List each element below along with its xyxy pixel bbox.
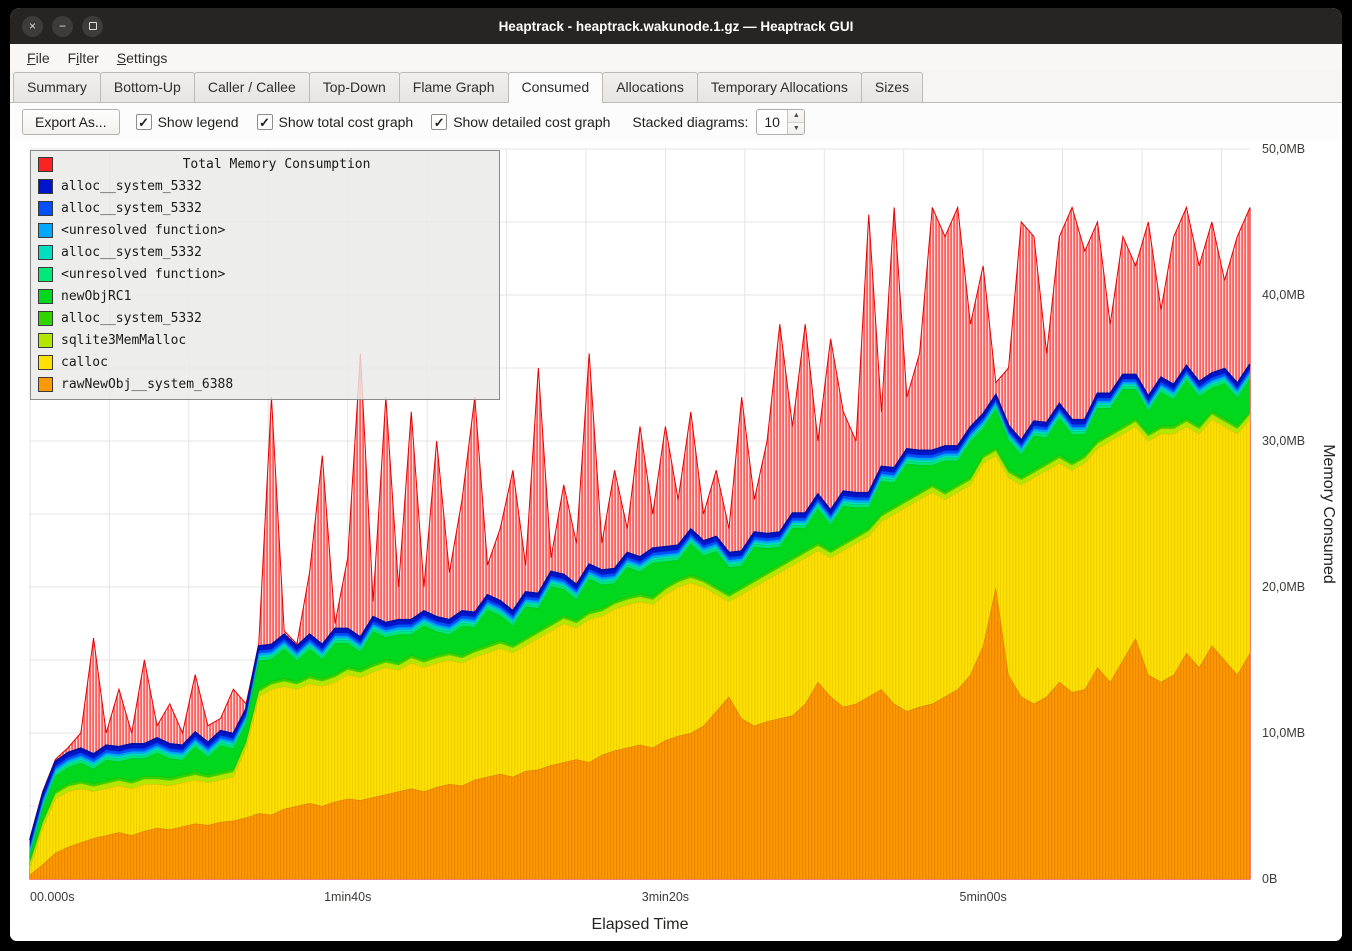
checkbox-label: Show total cost graph xyxy=(279,114,414,130)
heaptrack-window: × − Heaptrack - heaptrack.wakunode.1.gz … xyxy=(10,8,1342,941)
checkbox-box[interactable]: ✓ xyxy=(136,114,152,130)
menu-settings[interactable]: Settings xyxy=(108,47,177,69)
maximize-icon xyxy=(89,22,97,30)
window-controls: × − xyxy=(10,16,103,37)
close-icon: × xyxy=(29,20,36,32)
tab-caller-callee[interactable]: Caller / Callee xyxy=(194,72,310,102)
maximize-button[interactable] xyxy=(82,16,103,37)
checkbox-show-detailed-cost-graph[interactable]: ✓ Show detailed cost graph xyxy=(431,114,610,130)
checkbox-label: Show legend xyxy=(158,114,239,130)
spinbox-buttons: ▲ ▼ xyxy=(787,110,804,134)
checkbox-group: ✓ Show legend ✓ Show total cost graph ✓ Show … xyxy=(136,114,611,130)
legend-swatch-icon xyxy=(38,201,53,216)
export-as-button[interactable]: Export As... xyxy=(22,109,120,135)
x-axis-title: Elapsed Time xyxy=(592,916,689,933)
x-tick-label: 5min00s xyxy=(960,890,1007,904)
legend-swatch-icon xyxy=(38,377,53,392)
spinbox-down-button[interactable]: ▼ xyxy=(788,123,804,135)
minimize-icon: − xyxy=(59,20,66,32)
stacked-diagrams-spinbox[interactable]: 10 ▲ ▼ xyxy=(756,109,805,135)
window-title: Heaptrack - heaptrack.wakunode.1.gz — He… xyxy=(10,19,1342,34)
chart-legend: Total Memory Consumption alloc__system_53… xyxy=(30,150,500,400)
tab-sizes[interactable]: Sizes xyxy=(861,72,923,102)
x-tick-label: 1min40s xyxy=(324,890,371,904)
legend-item: rawNewObj__system_6388 xyxy=(35,373,495,395)
legend-item: newObjRC1 xyxy=(35,285,495,307)
legend-label: <unresolved function> xyxy=(61,223,225,238)
tab-bottom-up[interactable]: Bottom-Up xyxy=(100,72,195,102)
legend-item: alloc__system_5332 xyxy=(35,197,495,219)
y-tick-label: 50,0MB xyxy=(1262,142,1305,156)
tab-top-down[interactable]: Top-Down xyxy=(309,72,400,102)
x-tick-label: 00.000s xyxy=(30,890,74,904)
checkbox-box[interactable]: ✓ xyxy=(257,114,273,130)
checkbox-show-total-cost-graph[interactable]: ✓ Show total cost graph xyxy=(257,114,414,130)
legend-item: alloc__system_5332 xyxy=(35,175,495,197)
tab-bar: SummaryBottom-UpCaller / CalleeTop-DownF… xyxy=(10,71,1342,103)
legend-item: calloc xyxy=(35,351,495,373)
checkbox-show-legend[interactable]: ✓ Show legend xyxy=(136,114,239,130)
legend-label: sqlite3MemMalloc xyxy=(61,333,186,348)
legend-label: alloc__system_5332 xyxy=(61,245,202,260)
legend-swatch-icon xyxy=(38,179,53,194)
legend-label: alloc__system_5332 xyxy=(61,311,202,326)
legend-item: <unresolved function> xyxy=(35,263,495,285)
legend-label: calloc xyxy=(61,355,108,370)
menu-file[interactable]: File xyxy=(18,47,59,69)
menu-filter[interactable]: Filter xyxy=(59,47,108,69)
minimize-button[interactable]: − xyxy=(52,16,73,37)
y-tick-label: 40,0MB xyxy=(1262,288,1305,302)
legend-item: alloc__system_5332 xyxy=(35,307,495,329)
legend-swatch-icon xyxy=(38,289,53,304)
legend-title-row: Total Memory Consumption xyxy=(35,153,495,175)
legend-label: newObjRC1 xyxy=(61,289,131,304)
y-tick-label: 30,0MB xyxy=(1262,434,1305,448)
legend-swatch-icon xyxy=(38,333,53,348)
y-axis-title: Memory Consumed xyxy=(1320,444,1337,584)
tab-consumed[interactable]: Consumed xyxy=(508,72,604,103)
toolbar: Export As... ✓ Show legend ✓ Show total cos… xyxy=(10,103,1342,141)
legend-item: <unresolved function> xyxy=(35,219,495,241)
legend-item: sqlite3MemMalloc xyxy=(35,329,495,351)
legend-swatch-icon xyxy=(38,311,53,326)
spinbox-up-button[interactable]: ▲ xyxy=(788,110,804,123)
checkbox-label: Show detailed cost graph xyxy=(453,114,610,130)
close-button[interactable]: × xyxy=(22,16,43,37)
checkbox-box[interactable]: ✓ xyxy=(431,114,447,130)
legend-swatch-icon xyxy=(38,245,53,260)
tab-allocations[interactable]: Allocations xyxy=(602,72,698,102)
y-tick-label: 20,0MB xyxy=(1262,580,1305,594)
legend-label: alloc__system_5332 xyxy=(61,201,202,216)
spinbox-value: 10 xyxy=(757,110,787,134)
tab-flame-graph[interactable]: Flame Graph xyxy=(399,72,509,102)
y-tick-label: 10,0MB xyxy=(1262,726,1305,740)
legend-item: alloc__system_5332 xyxy=(35,241,495,263)
chart-area: 00.000s 1min40s 3min20s 5min00s 0B 10,0MB 20,0… xyxy=(10,141,1342,941)
legend-swatch-icon xyxy=(38,223,53,238)
tab-summary[interactable]: Summary xyxy=(13,72,101,102)
stacked-diagrams-label: Stacked diagrams: xyxy=(632,114,748,130)
legend-label: alloc__system_5332 xyxy=(61,179,202,194)
legend-swatch-icon xyxy=(38,355,53,370)
legend-label: Total Memory Consumption xyxy=(61,157,492,172)
tab-temporary-allocations[interactable]: Temporary Allocations xyxy=(697,72,862,102)
legend-label: <unresolved function> xyxy=(61,267,225,282)
y-tick-label: 0B xyxy=(1262,872,1277,886)
menu-bar: FileFilterSettings xyxy=(10,44,1342,71)
legend-label: rawNewObj__system_6388 xyxy=(61,377,233,392)
x-tick-label: 3min20s xyxy=(642,890,689,904)
titlebar: × − Heaptrack - heaptrack.wakunode.1.gz … xyxy=(10,8,1342,44)
legend-swatch-icon xyxy=(38,267,53,282)
legend-swatch-icon xyxy=(38,157,53,172)
